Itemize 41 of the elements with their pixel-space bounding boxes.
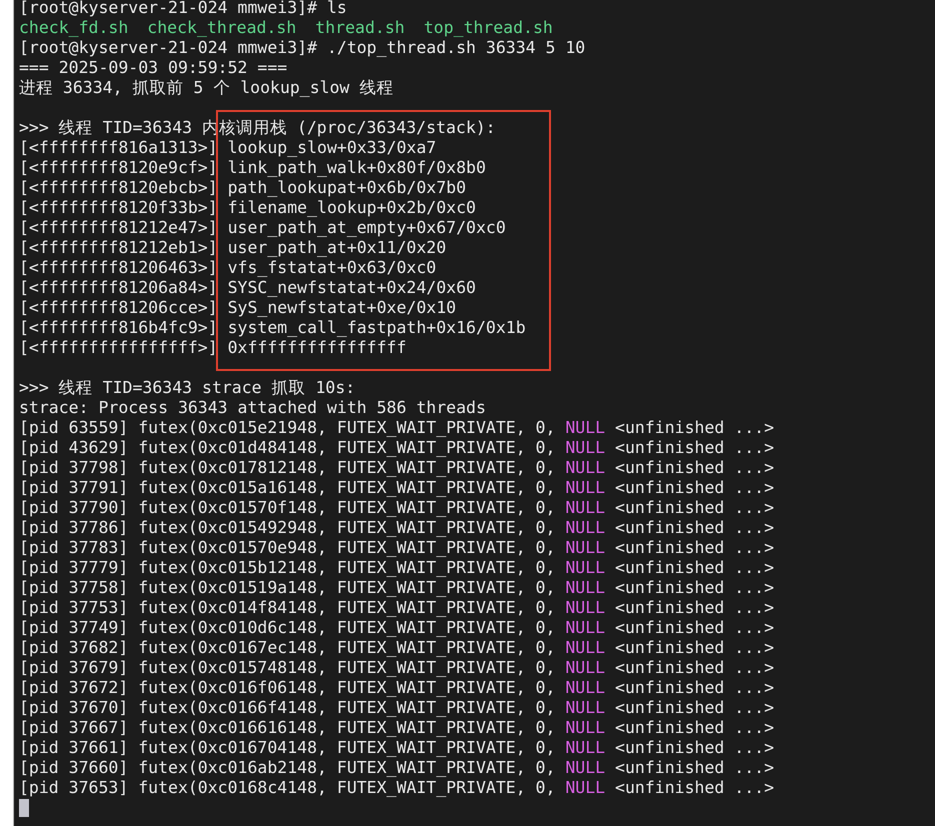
- strace-line: [pid 37653] futex(0xc0168c4148, FUTEX_WAIT_PRIVATE, 0, NULL <unfinished ...>: [19, 778, 774, 798]
- strace-line: [pid 37798] futex(0xc017812148, FUTEX_WAIT_PRIVATE, 0, NULL <unfinished ...>: [19, 458, 774, 478]
- terminal-line: strace: Process 36343 attached with 586 threads: [19, 398, 486, 418]
- stack-line: [<ffffffff81206a84>] SYSC_newfstatat+0x24/0x60: [19, 278, 476, 298]
- file-name: thread.sh: [315, 18, 405, 38]
- strace-line: [pid 43629] futex(0xc01d484148, FUTEX_WAIT_PRIVATE, 0, NULL <unfinished ...>: [19, 438, 774, 458]
- strace-line: [pid 37758] futex(0xc01519a148, FUTEX_WAIT_PRIVATE, 0, NULL <unfinished ...>: [19, 578, 774, 598]
- file-name: check_thread.sh: [147, 18, 296, 38]
- strace-line: [pid 37749] futex(0xc010d6c148, FUTEX_WAIT_PRIVATE, 0, NULL <unfinished ...>: [19, 618, 774, 638]
- strace-line: [pid 37786] futex(0xc015492948, FUTEX_WAIT_PRIVATE, 0, NULL <unfinished ...>: [19, 518, 774, 538]
- stack-line: [<ffffffff81212eb1>] user_path_at+0x11/0x20: [19, 238, 446, 258]
- stack-line: [<ffffffff816b4fc9>] system_call_fastpath+0x16/0x1b: [19, 318, 526, 338]
- file-name: check_fd.sh: [19, 18, 128, 38]
- terminal-line: >>> 线程 TID=36343 strace 抓取 10s:: [19, 378, 356, 398]
- file-name: top_thread.sh: [424, 18, 553, 38]
- stack-line: [<ffffffffffffffff>] 0xffffffffffffffff: [19, 338, 406, 358]
- strace-line: [pid 63559] futex(0xc015e21948, FUTEX_WAIT_PRIVATE, 0, NULL <unfinished ...>: [19, 418, 774, 438]
- strace-line: [pid 37779] futex(0xc015b12148, FUTEX_WAIT_PRIVATE, 0, NULL <unfinished ...>: [19, 558, 774, 578]
- terminal-cursor: [19, 799, 29, 817]
- stack-line: [<ffffffff81206cce>] SyS_newfstatat+0xe/0x10: [19, 298, 456, 318]
- terminal-line: [root@kyserver-21-024 mmwei3]# ./top_thread.sh 36334 5 10: [19, 38, 586, 58]
- strace-line: [pid 37753] futex(0xc014f84148, FUTEX_WAIT_PRIVATE, 0, NULL <unfinished ...>: [19, 598, 774, 618]
- strace-line: [pid 37660] futex(0xc016ab2148, FUTEX_WAIT_PRIVATE, 0, NULL <unfinished ...>: [19, 758, 774, 778]
- strace-line: [pid 37783] futex(0xc01570e948, FUTEX_WAIT_PRIVATE, 0, NULL <unfinished ...>: [19, 538, 774, 558]
- terminal-line: 进程 36334, 抓取前 5 个 lookup_slow 线程: [19, 78, 394, 98]
- terminal-line: [root@kyserver-21-024 mmwei3]# ls: [19, 0, 347, 18]
- strace-line: [pid 37682] futex(0xc0167ec148, FUTEX_WAIT_PRIVATE, 0, NULL <unfinished ...>: [19, 638, 774, 658]
- strace-line: [pid 37661] futex(0xc016704148, FUTEX_WAIT_PRIVATE, 0, NULL <unfinished ...>: [19, 738, 774, 758]
- strace-line: [pid 37791] futex(0xc015a16148, FUTEX_WAIT_PRIVATE, 0, NULL <unfinished ...>: [19, 478, 774, 498]
- stack-line: [<ffffffff81212e47>] user_path_at_empty+0x67/0xc0: [19, 218, 506, 238]
- stack-line: [<ffffffff8120ebcb>] path_lookupat+0x6b/0x7b0: [19, 178, 466, 198]
- strace-line: [pid 37790] futex(0xc01570f148, FUTEX_WAIT_PRIVATE, 0, NULL <unfinished ...>: [19, 498, 774, 518]
- strace-line: [pid 37670] futex(0xc0166f4148, FUTEX_WAIT_PRIVATE, 0, NULL <unfinished ...>: [19, 698, 774, 718]
- strace-line: [pid 37667] futex(0xc016616148, FUTEX_WAIT_PRIVATE, 0, NULL <unfinished ...>: [19, 718, 774, 738]
- stack-line: [<ffffffff81206463>] vfs_fstatat+0x63/0xc0: [19, 258, 436, 278]
- stack-line: [<ffffffff8120f33b>] filename_lookup+0x2b/0xc0: [19, 198, 476, 218]
- stack-line: [<ffffffff816a1313>] lookup_slow+0x33/0xa7: [19, 138, 436, 158]
- stack-line: [<ffffffff8120e9cf>] link_path_walk+0x80f/0x8b0: [19, 158, 486, 178]
- strace-line: [pid 37679] futex(0xc015748148, FUTEX_WAIT_PRIVATE, 0, NULL <unfinished ...>: [19, 658, 774, 678]
- terminal-line: === 2025-09-03 09:59:52 ===: [19, 58, 288, 78]
- strace-line: [pid 37672] futex(0xc016f06148, FUTEX_WAIT_PRIVATE, 0, NULL <unfinished ...>: [19, 678, 774, 698]
